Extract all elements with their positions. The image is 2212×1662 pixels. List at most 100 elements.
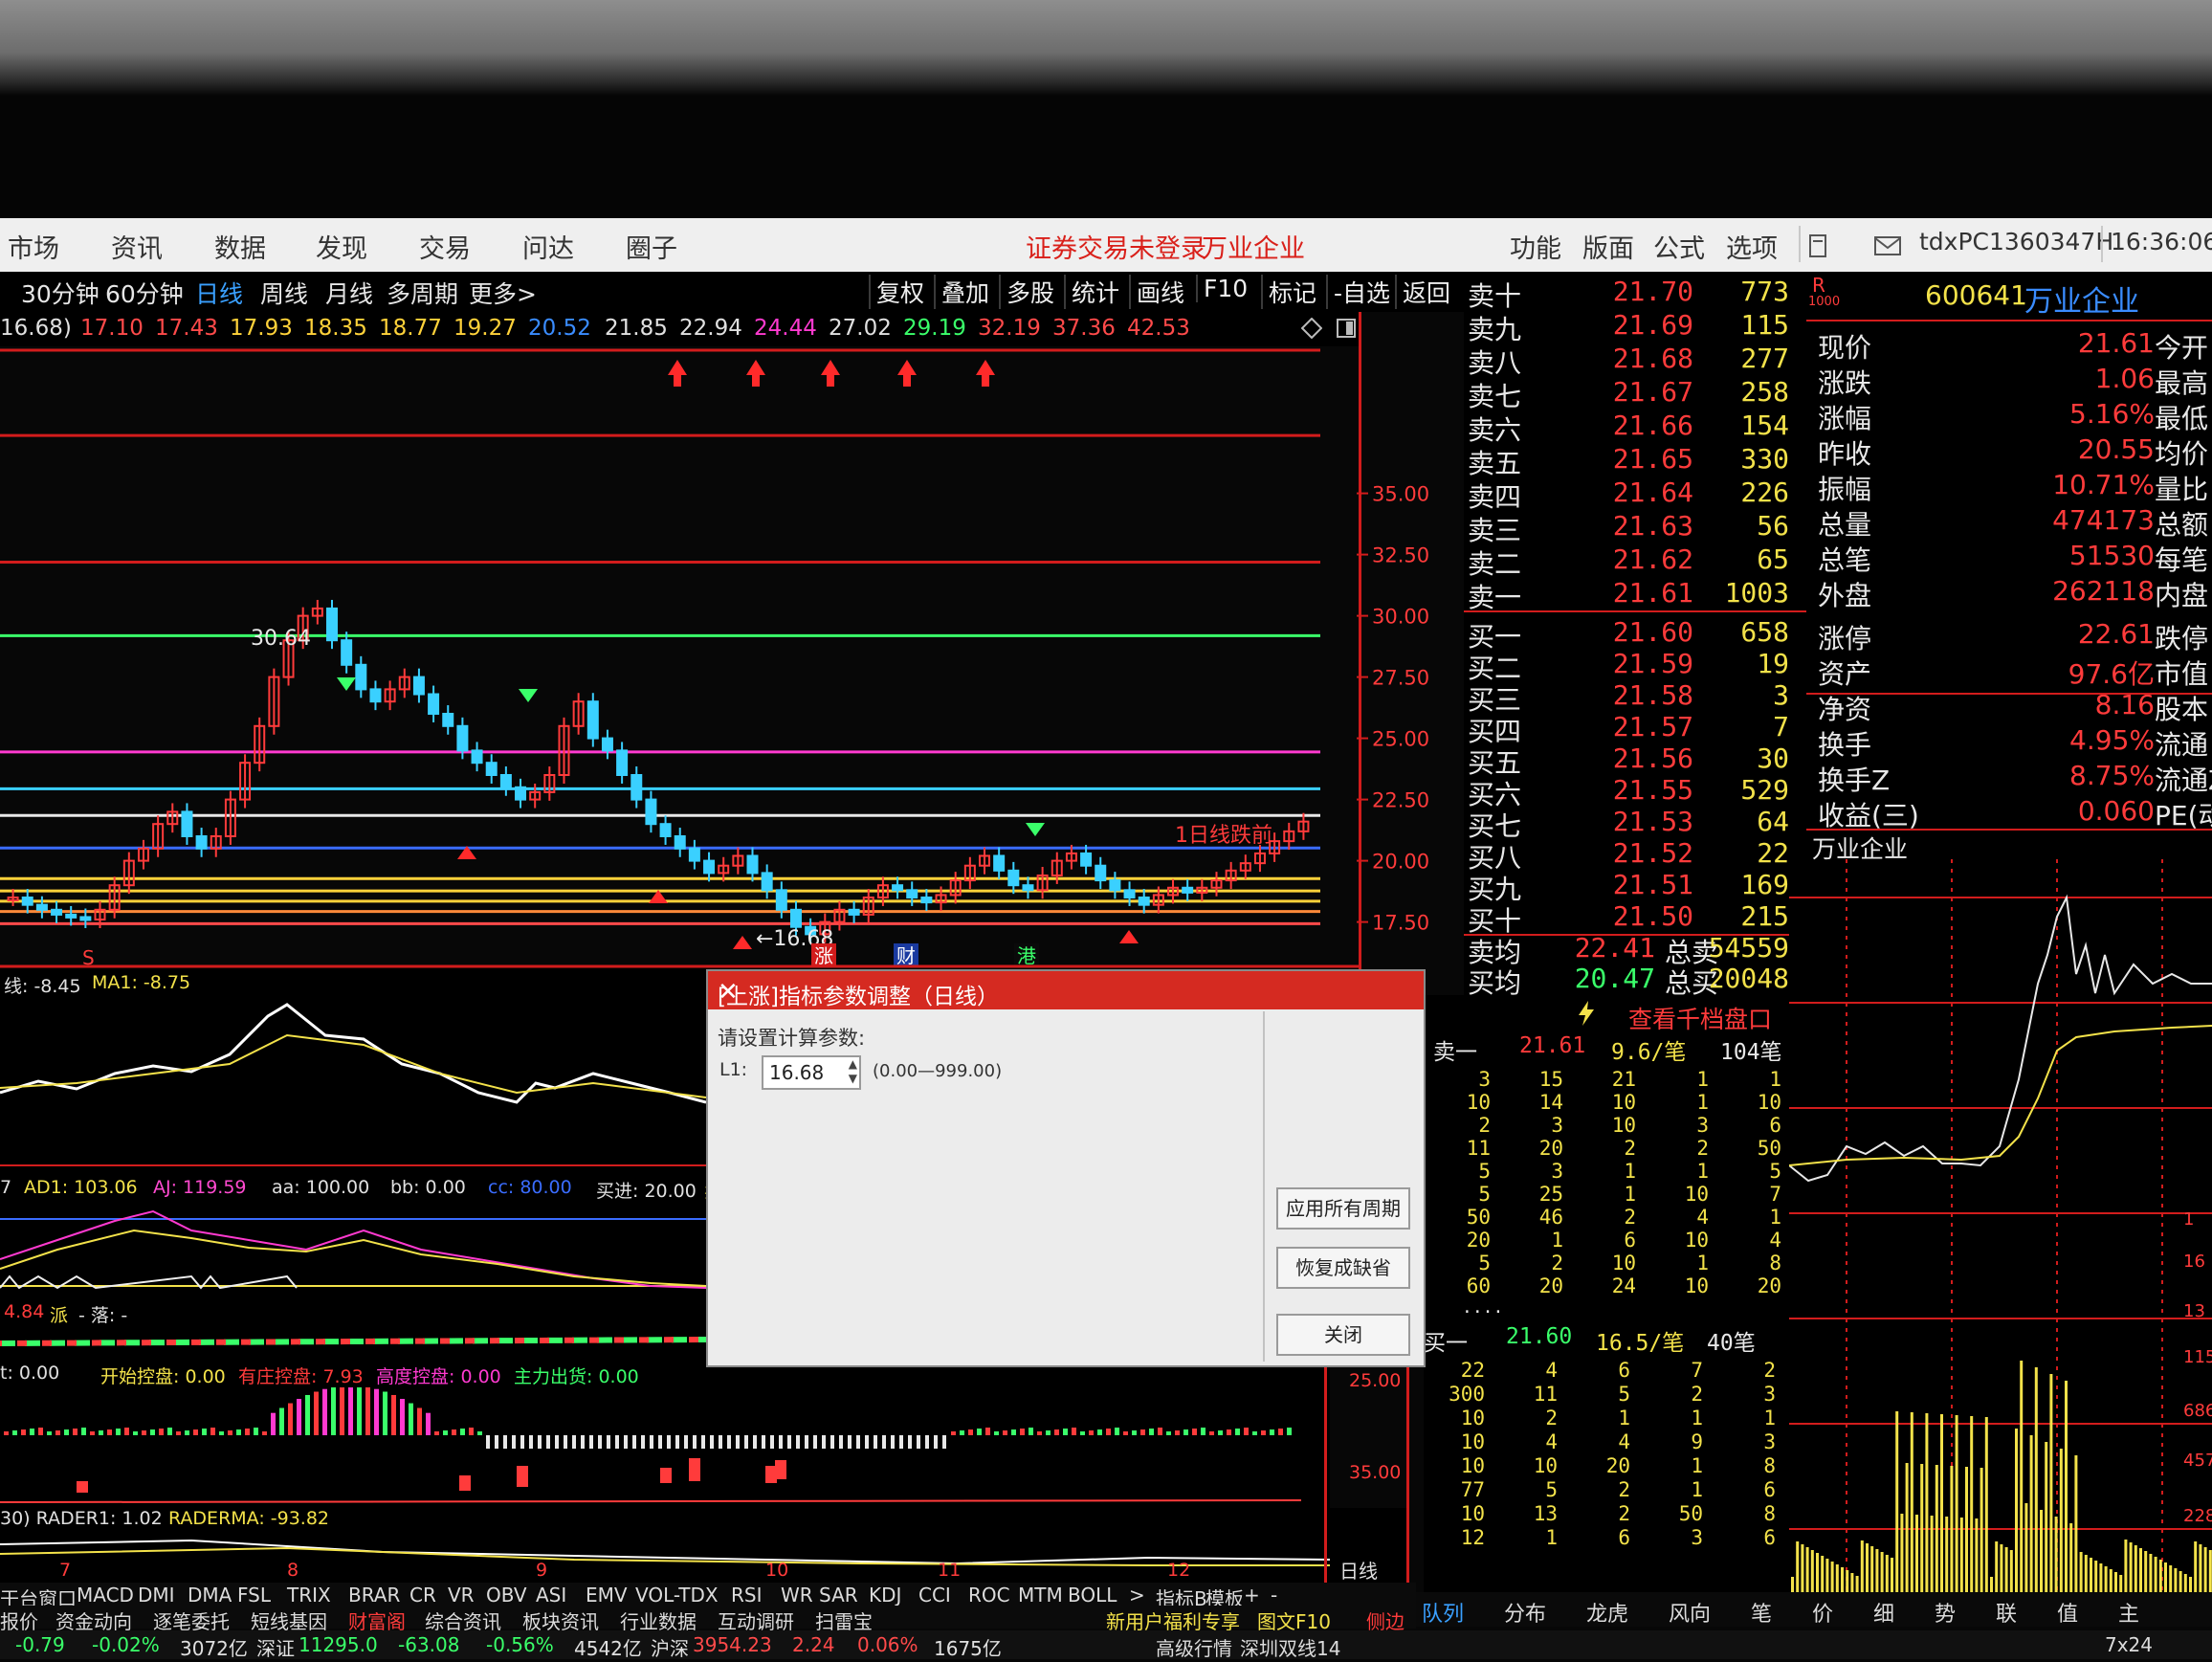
tool-multi-stock[interactable]: 多股 (999, 275, 1060, 309)
indicator-tab[interactable]: BOLL (1068, 1584, 1117, 1607)
depth-link[interactable]: 查看千档盘口 (1628, 1001, 1772, 1035)
period-monthly[interactable]: 月线 (325, 276, 373, 310)
tool-overlay[interactable]: 叠加 (934, 275, 995, 309)
bid-row[interactable]: 买十 21.50 215 (1464, 900, 1806, 937)
indicator-tab[interactable]: RSI (731, 1584, 763, 1607)
close-icon[interactable]: ✕ (718, 978, 1414, 1007)
stepper-up-icon[interactable]: ▲ (849, 1057, 857, 1071)
apply-all-periods-button[interactable]: 应用所有周期 (1276, 1187, 1410, 1230)
doc-icon[interactable] (1808, 233, 1827, 258)
bid-row[interactable]: 买二 21.59 19 (1464, 648, 1806, 684)
indicator-panel-4[interactable]: t: 0.00 开始控盘: 0.00 有庄控盘: 7.93 高度控盘: 0.00 主力出… (0, 1361, 1401, 1508)
tool-draw-line[interactable]: 画线 (1129, 275, 1190, 309)
dialog-title-bar[interactable]: [上涨]指标参数调整（日线） ✕ (708, 971, 1424, 1009)
menu-item-formula[interactable]: 公式 (1653, 228, 1705, 265)
indicator-panel-5[interactable]: 30) RADER1: 1.02 RADERMA: -93.82 7 8 9 10 11… (0, 1508, 1406, 1583)
ask-row[interactable]: 卖六 21.66 154 (1464, 410, 1806, 446)
indicator-tab[interactable]: TRIX (287, 1584, 331, 1607)
detail-tab[interactable]: 细 (1873, 1597, 1894, 1628)
bid-row[interactable]: 买九 21.51 169 (1464, 869, 1806, 905)
detail-tab[interactable]: 联 (1996, 1597, 2017, 1628)
detail-tab[interactable]: 价 (1812, 1597, 1833, 1628)
tool-statistics[interactable]: 统计 (1064, 275, 1125, 309)
indicator-tab[interactable]: DMA (188, 1584, 232, 1607)
menu-item-market[interactable]: 市场 (8, 228, 59, 265)
period-more[interactable]: 更多> (469, 276, 537, 310)
bid-row[interactable]: 买四 21.57 7 (1464, 711, 1806, 747)
menu-item-trade[interactable]: 交易 (419, 228, 471, 265)
period-multi[interactable]: 多周期 (387, 276, 458, 310)
menu-item-circle[interactable]: 圈子 (626, 228, 677, 265)
indicator-tab[interactable]: BRAR (348, 1584, 400, 1607)
param-stepper[interactable]: 16.68 ▲ ▼ (762, 1055, 861, 1090)
detail-tab[interactable]: 风向 (1669, 1597, 1711, 1628)
menu-item-wenda[interactable]: 问达 (522, 228, 574, 265)
indicator-panel-1[interactable]: 线: -8.45 MA1: -8.75 (0, 968, 706, 1175)
ask-row[interactable]: 卖七 21.67 258 (1464, 376, 1806, 412)
bid-row[interactable]: 买五 21.56 30 (1464, 742, 1806, 779)
indicator-tab[interactable]: OBV (486, 1584, 527, 1607)
mail-icon[interactable] (1873, 235, 1902, 256)
detail-tab[interactable]: 笔 (1751, 1597, 1772, 1628)
server-name[interactable]: 深圳双线14 (1240, 1633, 1340, 1661)
intraday-chart[interactable]: 万业企业 11613115686845792289 (1789, 831, 2212, 1596)
indicator-tab[interactable]: DMI (138, 1584, 175, 1607)
indicator-tab[interactable]: MACD (77, 1584, 134, 1607)
menu-item-options[interactable]: 选项 (1726, 228, 1778, 265)
detail-tab[interactable]: 值 (2057, 1597, 2078, 1628)
period-daily[interactable]: 日线 (195, 276, 243, 310)
detail-tab[interactable]: 队列 (1422, 1597, 1464, 1628)
indicator-tab[interactable]: MTM (1018, 1584, 1063, 1607)
bid-row[interactable]: 买六 21.55 529 (1464, 774, 1806, 810)
ask-row[interactable]: 卖二 21.62 65 (1464, 543, 1806, 580)
stepper-down-icon[interactable]: ▼ (849, 1072, 857, 1085)
login-status[interactable]: 证券交易未登录 (1026, 228, 1206, 265)
indicator-tab[interactable]: - (1271, 1584, 1277, 1607)
ask-row[interactable]: 卖九 21.69 115 (1464, 309, 1806, 345)
indicator-tab[interactable]: SAR (819, 1584, 858, 1607)
stock-name[interactable]: 万业企业 (2024, 277, 2139, 320)
indicator-tab[interactable]: CR (409, 1584, 436, 1607)
bid-row[interactable]: 买七 21.53 64 (1464, 806, 1806, 842)
panel-toggle-icon[interactable] (1336, 318, 1357, 339)
indicator-tab[interactable]: EMV (586, 1584, 628, 1607)
tool-remove-watchlist[interactable]: -自选 (1326, 275, 1396, 309)
menu-item-function[interactable]: 功能 (1510, 228, 1561, 265)
ask-row[interactable]: 卖四 21.64 226 (1464, 476, 1806, 513)
ask-row[interactable]: 卖三 21.63 56 (1464, 510, 1806, 546)
indicator-tab[interactable]: > (1129, 1584, 1145, 1607)
indicator-tab[interactable]: ASI (536, 1584, 566, 1607)
indicator-tab[interactable]: WR (781, 1584, 813, 1607)
indicator-tab[interactable]: FSL (237, 1584, 271, 1607)
candlestick-chart[interactable]: 35.00 32.50 30.00 27.50 25.00 22.50 20.00 17.50… (0, 346, 1464, 968)
indicator-tab[interactable]: KDJ (869, 1584, 901, 1607)
detail-tab[interactable]: 势 (1935, 1597, 1956, 1628)
indicator-tab[interactable]: VOL-TDX (635, 1584, 719, 1607)
indicator-tab[interactable]: + (1244, 1584, 1260, 1607)
indicator-tab[interactable]: CCI (918, 1584, 951, 1607)
diamond-icon[interactable] (1301, 318, 1322, 339)
tool-restore-rights[interactable]: 复权 (869, 275, 930, 309)
tool-f10[interactable]: F10 (1196, 275, 1253, 302)
bid-row[interactable]: 买一 21.60 658 (1464, 616, 1806, 653)
close-button[interactable]: 关闭 (1276, 1314, 1410, 1356)
bid-row[interactable]: 买三 21.58 3 (1464, 679, 1806, 716)
period-60min[interactable]: 60分钟 (105, 276, 184, 310)
menu-item-layout[interactable]: 版面 (1582, 228, 1634, 265)
indicator-tab[interactable]: ROC (968, 1584, 1010, 1607)
menu-item-discover[interactable]: 发现 (316, 228, 367, 265)
indicator-tab[interactable]: VR (448, 1584, 475, 1607)
ask-row[interactable]: 卖五 21.65 330 (1464, 443, 1806, 479)
detail-tab[interactable]: 主 (2118, 1597, 2139, 1628)
menu-item-news[interactable]: 资讯 (111, 228, 163, 265)
bid-row[interactable]: 买八 21.52 22 (1464, 837, 1806, 874)
period-30min[interactable]: 30分钟 (21, 276, 100, 310)
detail-tab[interactable]: 分布 (1504, 1597, 1546, 1628)
indicator-panel-2[interactable]: 7 AD1: 103.06 AJ: 119.59 aa: 100.00 bb: 0.00… (0, 1175, 706, 1299)
period-weekly[interactable]: 周线 (260, 276, 308, 310)
menu-item-data[interactable]: 数据 (214, 228, 266, 265)
ask-row[interactable]: 卖一 21.61 1003 (1464, 577, 1806, 613)
indicator-panel-3[interactable]: 4.84 派 - 落: - (0, 1299, 706, 1361)
ask-row[interactable]: 卖八 21.68 277 (1464, 343, 1806, 379)
ask-row[interactable]: 卖十 21.70 773 (1464, 276, 1806, 312)
